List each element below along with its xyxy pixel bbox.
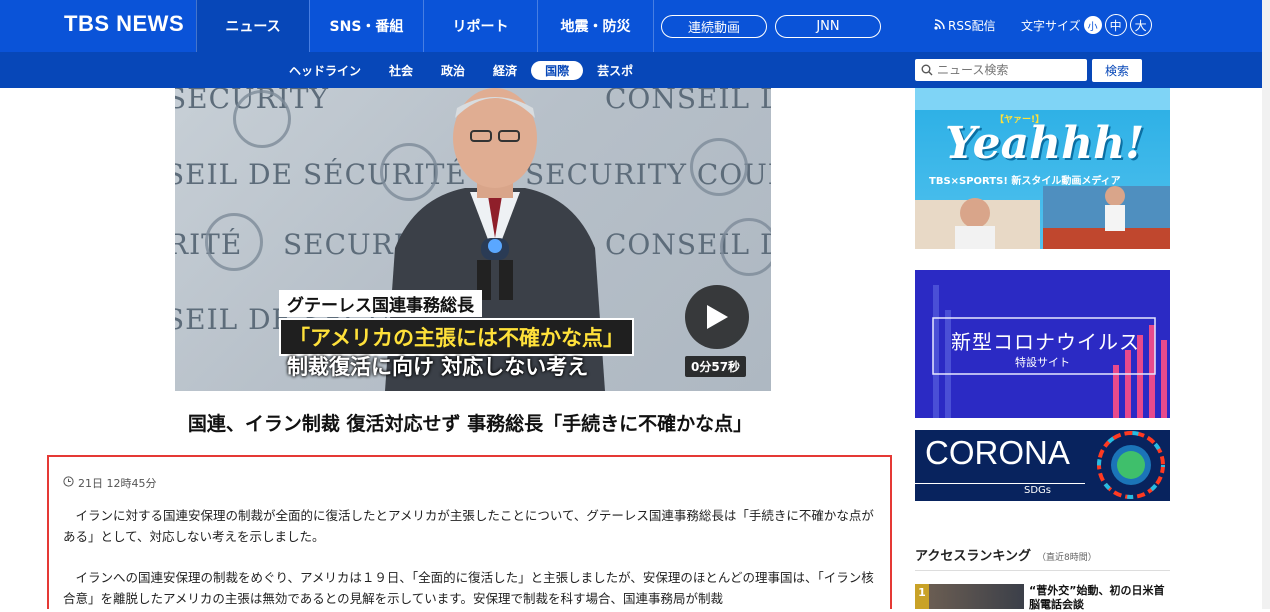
- site-logo[interactable]: TBS NEWS: [64, 11, 184, 37]
- yeahhh-banner[interactable]: 【ヤァー!】 Yeahhh! TBS×SPORTS! 新スタイル動画メディア: [915, 88, 1170, 249]
- sdgs-wheel-icon: [1097, 431, 1165, 499]
- serial-video-button[interactable]: 連続動画: [661, 15, 767, 38]
- coronavirus-subtitle: 特設サイト: [1015, 356, 1070, 369]
- corona-divider: [915, 483, 1085, 484]
- play-icon: [707, 305, 728, 329]
- category-economy[interactable]: 経済: [479, 61, 531, 80]
- ranking-number: 1: [915, 584, 929, 609]
- nav-sns-programs[interactable]: SNS・番組: [309, 0, 423, 52]
- clock-icon: [63, 476, 74, 490]
- category-headline[interactable]: ヘッドライン: [275, 61, 375, 80]
- search-icon: [921, 61, 933, 80]
- access-ranking-note: （直近8時間）: [1036, 553, 1097, 563]
- yeahhh-tagline: TBS×SPORTS! 新スタイル動画メディア: [929, 176, 1121, 187]
- article-body: 21日 12時45分 イランに対する国連安保理の制裁が全面的に復活したとアメリカ…: [47, 455, 892, 609]
- search-button[interactable]: 検索: [1092, 59, 1142, 82]
- un-emblem-icon: [205, 213, 263, 271]
- rss-link[interactable]: RSS配信: [934, 17, 996, 34]
- nav-news[interactable]: ニュース: [196, 0, 309, 52]
- font-size-label: 文字サイズ: [1021, 18, 1081, 33]
- font-size-medium-button[interactable]: 中: [1104, 14, 1127, 36]
- nav-divider: [653, 0, 654, 52]
- category-politics[interactable]: 政治: [427, 61, 479, 80]
- corona-subtitle: SDGs: [1024, 485, 1052, 496]
- un-emblem-icon: [720, 218, 771, 276]
- backdrop-text: CONSEIL DE: [605, 88, 771, 115]
- article-date: 21日 12時45分: [78, 477, 157, 490]
- access-ranking-title: アクセスランキング （直近8時間）: [915, 545, 1097, 564]
- category-entertainment-sports[interactable]: 芸スポ: [583, 61, 647, 80]
- article-paragraph: イランに対する国連安保理の制裁が全面的に復活したとアメリカが主張したことについて…: [63, 508, 874, 544]
- rss-label: RSS配信: [948, 19, 996, 33]
- ranking-item[interactable]: 1 “菅外交”始動、初の日米首脳電話会談: [915, 584, 1170, 611]
- category-nav: ヘッドライン 社会 政治 経済 国際 芸スポ: [275, 61, 647, 80]
- nav-report[interactable]: リポート: [423, 0, 537, 52]
- search-box: [915, 59, 1087, 81]
- font-size-large-button[interactable]: 大: [1129, 14, 1152, 36]
- coronavirus-special-banner[interactable]: 新型コロナウイルス 特設サイト: [915, 270, 1170, 418]
- category-society[interactable]: 社会: [375, 61, 427, 80]
- category-international[interactable]: 国際: [531, 61, 584, 80]
- article-headline: 国連、イラン制裁 復活対応せず 事務総長「手続きに不確かな点」: [187, 413, 753, 435]
- top-navigation-bar: TBS NEWS ニュース SNS・番組 リポート 地震・防災 連続動画 JNN…: [0, 0, 1270, 52]
- ranking-title: “菅外交”始動、初の日米首脳電話会談: [1029, 584, 1165, 611]
- video-player[interactable]: SECURITY CONSEIL DE SEIL DE SÉCURITÉ SEC…: [175, 88, 771, 391]
- jnn-button[interactable]: JNN: [775, 15, 881, 38]
- access-ranking-heading: アクセスランキング: [915, 549, 1031, 564]
- play-button[interactable]: [685, 285, 749, 349]
- main-nav: ニュース SNS・番組 リポート 地震・防災: [196, 0, 654, 52]
- un-emblem-icon: [690, 138, 748, 196]
- nav-earthquake-disaster[interactable]: 地震・防災: [537, 0, 653, 52]
- corona-sdgs-banner[interactable]: CORONA SDGs: [915, 430, 1170, 501]
- coronavirus-title: 新型コロナウイルス: [951, 330, 1140, 354]
- yeahhh-title: Yeahhh!: [945, 118, 1145, 169]
- caption-speaker-name: グテーレス国連事務総長: [279, 290, 482, 317]
- search-input[interactable]: [937, 63, 1087, 77]
- ranking-thumbnail: [929, 584, 1024, 609]
- corona-title: CORONA: [925, 434, 1070, 471]
- article-paragraph: イランへの国連安保理の制裁をめぐり、アメリカは１９日、「全面的に復活した」と主張…: [63, 570, 874, 606]
- caption-subtitle: 制裁復活に向け 対応しない考え: [287, 355, 589, 379]
- article-timestamp: 21日 12時45分: [63, 475, 876, 491]
- ranking-divider: [915, 570, 1170, 571]
- page-scrollbar[interactable]: [1262, 0, 1270, 609]
- font-size-control: 文字サイズ 小 中 大: [1021, 14, 1152, 36]
- font-size-small-button[interactable]: 小: [1083, 16, 1102, 34]
- un-emblem-icon: [233, 90, 291, 148]
- video-duration: 0分57秒: [685, 356, 747, 377]
- rss-icon: [934, 18, 945, 33]
